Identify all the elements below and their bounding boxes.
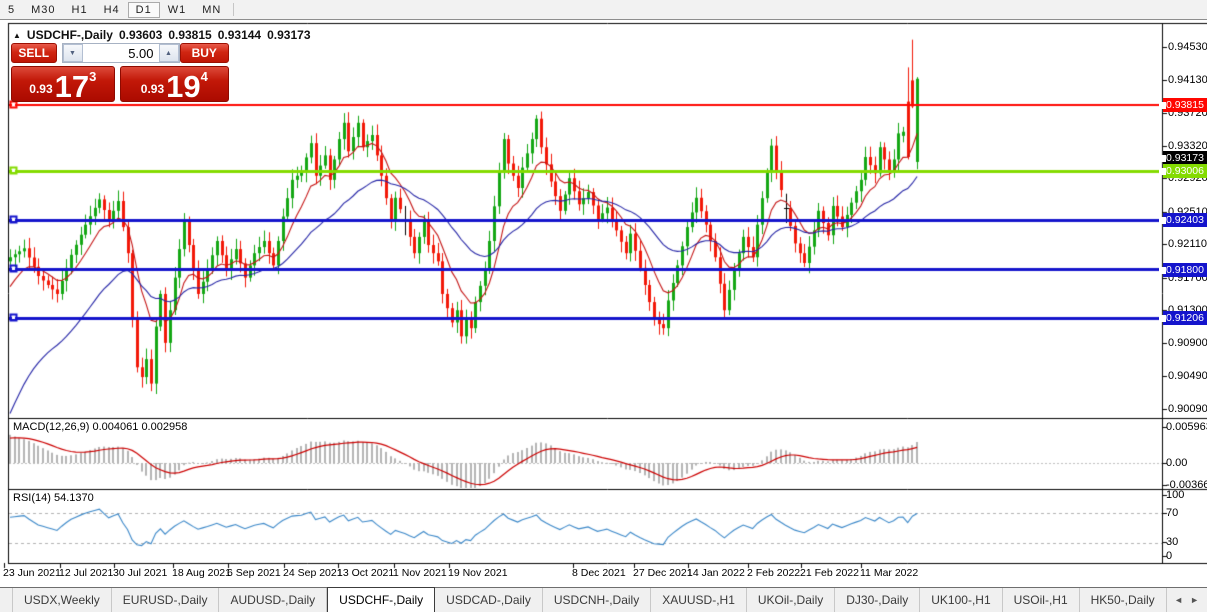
- rsi-axis-label: 30: [1166, 536, 1178, 548]
- volume-input[interactable]: [83, 44, 159, 62]
- chart-tab-usdx-weekly[interactable]: USDX,Weekly: [12, 588, 112, 612]
- chart-tab-hk50-daily[interactable]: HK50-,Daily: [1080, 588, 1167, 612]
- volume-increase-button[interactable]: ▲: [159, 44, 179, 62]
- price-axis-label: 0.90490: [1168, 370, 1207, 382]
- sell-price-pip: 3: [89, 69, 96, 84]
- chart-tab-usdcnh-daily[interactable]: USDCNH-,Daily: [543, 588, 651, 612]
- timeframe-mn[interactable]: MN: [194, 2, 229, 18]
- ohlc-open: 0.93603: [119, 28, 162, 42]
- sell-price-button[interactable]: 0.93 17 3: [11, 66, 115, 102]
- buy-price-button[interactable]: 0.93 19 4: [120, 66, 229, 102]
- chart-symbol-period: USDCHF-,Daily: [27, 28, 113, 42]
- tab-scroll-right-icon[interactable]: ►: [1190, 595, 1199, 605]
- chart-tab-uk100-h1[interactable]: UK100-,H1: [920, 588, 1002, 612]
- date-axis-label: 21 Feb 2022: [800, 567, 859, 579]
- tab-scroll-controls: ◄►: [1174, 588, 1207, 612]
- date-axis-label: 11 Mar 2022: [860, 567, 918, 579]
- date-axis-label: 8 Dec 2021: [572, 567, 626, 579]
- price-axis-label: 0.90090: [1168, 403, 1207, 415]
- macd-axis-label: 0.00: [1166, 457, 1187, 469]
- date-axis-label: 30 Jul 2021: [113, 567, 167, 579]
- date-axis-label: 12 Jul 2021: [59, 567, 113, 579]
- date-axis-label: 13 Oct 2021: [337, 567, 394, 579]
- price-axis-badge: 0.91800: [1163, 263, 1207, 277]
- toolbar-divider: [233, 3, 234, 16]
- date-axis-label: 6 Sep 2021: [227, 567, 281, 579]
- ohlc-low: 0.93144: [218, 28, 261, 42]
- price-axis-badge: 0.91206: [1163, 311, 1207, 325]
- rsi-value: 54.1370: [54, 492, 94, 504]
- date-axis-label: 23 Jun 2021: [3, 567, 61, 579]
- sell-button[interactable]: SELL: [11, 43, 57, 63]
- chart-tab-eurusd-daily[interactable]: EURUSD-,Daily: [112, 588, 220, 612]
- timeframe-h1[interactable]: H1: [64, 2, 96, 18]
- buy-price-prefix: 0.93: [141, 82, 164, 96]
- timeframe-w1[interactable]: W1: [160, 2, 195, 18]
- chart-tab-xauusd-h1[interactable]: XAUUSD-,H1: [651, 588, 747, 612]
- price-axis-label: 0.94130: [1168, 74, 1207, 86]
- buy-button[interactable]: BUY: [180, 43, 229, 63]
- chart-tab-audusd-daily[interactable]: AUDUSD-,Daily: [219, 588, 327, 612]
- rsi-axis-label: 70: [1166, 507, 1178, 519]
- timeframe-5[interactable]: 5: [0, 2, 23, 18]
- chart-tab-usoil-h1[interactable]: USOil-,H1: [1003, 588, 1080, 612]
- one-click-trading-panel: SELL ▼ ▲ BUY 0.93 17 3 0.93 19 4: [11, 43, 229, 102]
- date-axis-label: 1 Nov 2021: [393, 567, 447, 579]
- timeframe-d1[interactable]: D1: [128, 2, 160, 18]
- chart-tab-usdcad-daily[interactable]: USDCAD-,Daily: [435, 588, 543, 612]
- price-axis-label: 0.92110: [1168, 238, 1207, 250]
- volume-stepper: ▼ ▲: [62, 43, 180, 63]
- date-axis-label: 14 Jan 2022: [687, 567, 745, 579]
- date-axis-label: 19 Nov 2021: [448, 567, 508, 579]
- buy-price-pip: 4: [201, 69, 208, 84]
- date-axis-label: 2 Feb 2022: [747, 567, 800, 579]
- chart-tab-usdchf-daily[interactable]: USDCHF-,Daily: [327, 587, 435, 612]
- buy-price-big: 19: [166, 74, 200, 100]
- rsi-header: RSI(14) 54.1370: [13, 492, 94, 504]
- chart-tab-bar: USDX,WeeklyEURUSD-,DailyAUDUSD-,DailyUSD…: [0, 587, 1207, 612]
- date-axis-label: 18 Aug 2021: [172, 567, 231, 579]
- price-axis-badge: 0.92403: [1163, 213, 1207, 227]
- price-axis-badge: 0.93173: [1163, 151, 1207, 165]
- price-axis-label: 0.90900: [1168, 337, 1207, 349]
- chart-title: ▲ USDCHF-,Daily 0.93603 0.93815 0.93144 …: [13, 28, 311, 42]
- timeframe-toolbar: 5M30H1H4D1W1MN: [0, 0, 1207, 20]
- macd-value: 0.004061: [92, 421, 138, 433]
- price-axis-label: 0.94530: [1168, 41, 1207, 53]
- sell-price-prefix: 0.93: [29, 82, 52, 96]
- macd-axis-label: 0.005963: [1166, 421, 1207, 433]
- tab-scroll-left-icon[interactable]: ◄: [1174, 595, 1183, 605]
- date-axis-label: 27 Dec 2021: [633, 567, 693, 579]
- price-axis-badge: 0.93815: [1163, 98, 1207, 112]
- sell-price-big: 17: [55, 74, 89, 100]
- macd-header: MACD(12,26,9) 0.004061 0.002958: [13, 421, 187, 433]
- date-axis-label: 24 Sep 2021: [283, 567, 343, 579]
- ohlc-high: 0.93815: [168, 28, 211, 42]
- volume-decrease-button[interactable]: ▼: [63, 44, 83, 62]
- rsi-axis-label: 100: [1166, 489, 1184, 501]
- chart-tab-ukoil-daily[interactable]: UKOil-,Daily: [747, 588, 835, 612]
- macd-signal-value: 0.002958: [141, 421, 187, 433]
- rsi-axis-label: 0: [1166, 550, 1172, 562]
- ohlc-close: 0.93173: [267, 28, 310, 42]
- price-axis-badge: 0.93006: [1163, 164, 1207, 178]
- window-expand-icon[interactable]: ▲: [13, 31, 21, 40]
- timeframe-m30[interactable]: M30: [23, 2, 63, 18]
- chart-tab-dj30-daily[interactable]: DJ30-,Daily: [835, 588, 920, 612]
- timeframe-h4[interactable]: H4: [96, 2, 128, 18]
- trading-terminal-window: 5M30H1H4D1W1MN ▲ USDCHF-,Daily 0.93603 0…: [0, 0, 1207, 612]
